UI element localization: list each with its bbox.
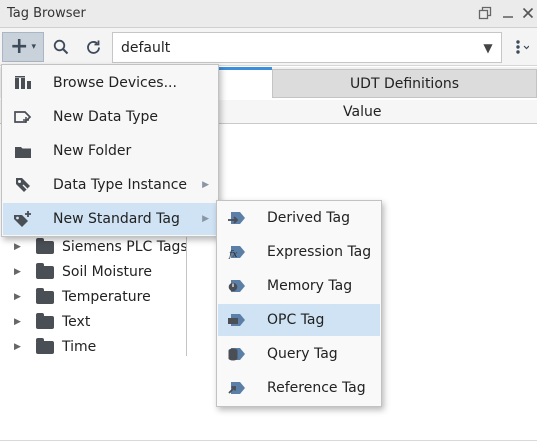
menu-item-label: OPC Tag	[267, 312, 325, 328]
folder-icon	[12, 142, 34, 160]
menu-item-opc-tag[interactable]: OPC Tag	[218, 304, 380, 336]
tree-item-label: Time	[62, 339, 97, 355]
tree-item-label: Soil Moisture	[62, 264, 152, 280]
opc-tag-icon	[226, 311, 248, 329]
more-options-button[interactable]	[506, 32, 536, 62]
column-header-value[interactable]: Value	[343, 104, 381, 120]
folder-icon	[36, 337, 54, 354]
plus-icon: +	[10, 34, 29, 59]
menu-item-reference-tag[interactable]: Reference Tag	[218, 372, 380, 404]
query-tag-icon	[226, 345, 248, 363]
tree-item-label: Text	[62, 314, 91, 330]
folder-icon	[36, 287, 54, 304]
submenu-arrow-icon: ▶	[202, 214, 209, 224]
dropdown-arrow-icon[interactable]: ▼	[475, 33, 501, 62]
tree-item[interactable]: ▶ Siemens PLC Tags	[14, 235, 188, 259]
toolbar: + ▾ default ▼	[0, 28, 537, 66]
menu-item-browse-devices[interactable]: Browse Devices...	[3, 67, 217, 99]
search-icon	[53, 39, 69, 55]
menu-item-query-tag[interactable]: Query Tag	[218, 338, 380, 370]
divider	[0, 440, 537, 441]
standard-tag-icon	[12, 210, 34, 228]
folder-icon	[36, 312, 54, 329]
expand-arrow-icon[interactable]: ▶	[14, 242, 24, 252]
tree-item[interactable]: ▶ Time	[14, 335, 96, 359]
tree-item[interactable]: ▶ Soil Moisture	[14, 260, 152, 284]
browse-devices-icon	[12, 74, 34, 92]
menu-item-label: New Standard Tag	[53, 211, 180, 227]
tab-udt-definitions[interactable]: UDT Definitions	[272, 69, 537, 98]
tag-provider-value: default	[121, 40, 171, 56]
menu-item-derived-tag[interactable]: Derived Tag	[218, 202, 380, 234]
tree-item-label: Siemens PLC Tags	[62, 239, 188, 255]
expand-arrow-icon[interactable]: ▶	[14, 292, 24, 302]
tree-item[interactable]: ▶ Text	[14, 310, 90, 334]
expression-tag-icon: fx	[226, 243, 248, 261]
menu-item-new-folder[interactable]: New Folder	[3, 135, 217, 167]
menu-item-memory-tag[interactable]: Memory Tag	[218, 270, 380, 302]
minimize-icon[interactable]	[499, 4, 517, 22]
menu-item-label: Data Type Instance	[53, 177, 188, 193]
add-menu: Browse Devices... New Data Type New Fold…	[1, 64, 219, 237]
data-type-icon	[12, 108, 34, 126]
search-button[interactable]	[48, 32, 74, 62]
chevron-down-icon: ▾	[31, 42, 36, 52]
add-tag-button[interactable]: + ▾	[2, 32, 44, 62]
column-divider[interactable]	[186, 220, 187, 356]
menu-item-label: Browse Devices...	[53, 75, 177, 91]
window-title: Tag Browser	[7, 6, 86, 21]
menu-item-label: New Data Type	[53, 109, 159, 125]
menu-item-label: Expression Tag	[267, 244, 372, 260]
menu-item-label: New Folder	[53, 143, 132, 159]
menu-item-label: Derived Tag	[267, 210, 350, 226]
folder-icon	[36, 262, 54, 279]
tree-item-label: Temperature	[62, 289, 151, 305]
svg-text:fx: fx	[228, 250, 237, 260]
menu-item-new-data-type[interactable]: New Data Type	[3, 101, 217, 133]
standard-tag-submenu: Derived Tag fx Expression Tag Memory Tag…	[216, 200, 382, 407]
menu-item-data-type-instance[interactable]: Data Type Instance ▶	[3, 169, 217, 201]
title-bar: Tag Browser	[0, 0, 537, 28]
close-icon[interactable]	[519, 4, 537, 22]
tree-item[interactable]: ▶ Temperature	[14, 285, 151, 309]
expand-arrow-icon[interactable]: ▶	[14, 342, 24, 352]
expand-arrow-icon[interactable]: ▶	[14, 317, 24, 327]
expand-arrow-icon[interactable]: ▶	[14, 267, 24, 277]
folder-icon	[36, 237, 54, 254]
menu-item-expression-tag[interactable]: fx Expression Tag	[218, 236, 380, 268]
data-type-instance-icon	[12, 176, 34, 194]
menu-item-new-standard-tag[interactable]: New Standard Tag ▶	[3, 203, 217, 235]
memory-tag-icon	[226, 277, 248, 295]
kebab-menu-icon	[516, 40, 529, 54]
menu-item-label: Query Tag	[267, 346, 338, 362]
menu-item-label: Reference Tag	[267, 380, 366, 396]
refresh-icon	[86, 40, 100, 54]
tag-provider-select[interactable]: default ▼	[112, 32, 502, 63]
derived-tag-icon	[226, 209, 248, 227]
reference-tag-icon	[226, 379, 248, 397]
float-window-icon[interactable]	[476, 4, 494, 22]
submenu-arrow-icon: ▶	[202, 180, 209, 190]
menu-item-label: Memory Tag	[267, 278, 353, 294]
refresh-button[interactable]	[80, 32, 106, 62]
